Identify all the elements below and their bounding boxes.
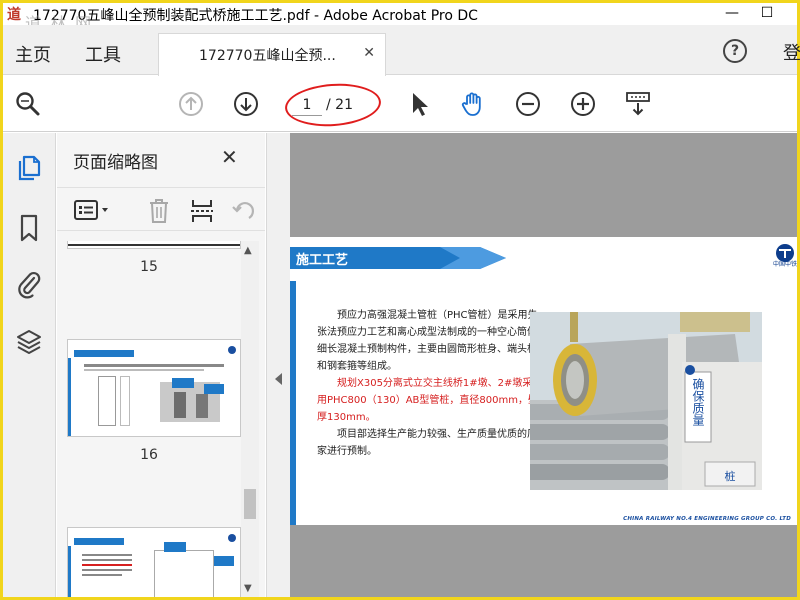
undo-icon[interactable] [231,198,255,224]
thumbnail-number-16: 16 [140,447,158,463]
annotation-ellipse [283,80,383,130]
insert-page-icon[interactable] [189,198,215,224]
next-page-icon[interactable] [232,90,260,118]
previous-page-icon[interactable] [177,90,205,118]
thumbnail-page-17[interactable] [67,527,241,597]
toolbar: 1 / 21 [3,76,797,132]
crec-logo-text: 中国中铁 [773,261,798,268]
company-footer: CHINA RAILWAY NO.4 ENGINEERING GROUP CO.… [623,516,791,522]
scroll-down-icon[interactable]: ▼ [244,583,252,594]
zoom-in-icon[interactable] [569,90,597,118]
panel-collapse-strip[interactable] [266,133,290,597]
paragraph-intro: 预应力高强混凝土管桩（PHC管桩）是采用先张法预应力工艺和离心成型法制成的一种空… [317,310,538,372]
scroll-up-icon[interactable]: ▲ [244,245,252,256]
left-accent-bar [290,281,296,525]
pdf-page: 施工工艺 中国中铁 预应力高强混凝土管桩（PHC管桩）是采用先张法预应力工艺和离… [290,237,797,525]
thumbnails-title: 页面缩略图 [73,153,158,173]
left-rail [3,133,56,597]
layers-icon[interactable] [15,327,43,357]
collapse-arrow-icon[interactable] [275,373,282,385]
photo-sign-1: 确保质量 [691,378,705,426]
bookmark-icon[interactable] [15,213,43,243]
thumbnail-list[interactable]: 15 16 [57,241,241,597]
thumbnail-scrollbar[interactable]: ▲ ▼ [241,241,259,597]
pile-photo: 确保质量 桩 [530,312,762,490]
options-menu-icon[interactable] [73,199,113,221]
scrollbar-thumb[interactable] [244,489,256,519]
delete-page-icon[interactable] [147,198,171,224]
page-thumbnails-icon[interactable] [15,153,43,183]
thumbnails-panel: 页面缩略图 ✕ 15 16 ▲ ▼ [57,133,265,597]
maximize-button[interactable]: ☐ [757,4,777,22]
page-body-text: 预应力高强混凝土管桩（PHC管桩）是采用先张法预应力工艺和离心成型法制成的一种空… [317,307,539,460]
document-view[interactable]: 施工工艺 中国中铁 预应力高强混凝土管桩（PHC管桩）是采用先张法预应力工艺和离… [290,133,797,597]
document-tab-label: 172770五峰山全预... [199,48,336,64]
zoom-out-icon[interactable] [514,90,542,118]
close-tab-icon[interactable]: ✕ [363,45,375,61]
attachment-icon[interactable] [15,269,43,299]
photo-sign-2: 桩 [725,469,736,483]
window-title: 172770五峰山全预制装配式桥施工工艺.pdf - Adobe Acrobat… [33,8,478,24]
close-panel-icon[interactable]: ✕ [221,145,238,169]
thumbnail-page-15[interactable] [67,241,241,249]
hand-tool-icon[interactable] [459,90,487,118]
thumbnail-page-16[interactable] [67,339,241,437]
title-bar: 道 172770五峰山全预制装配式桥施工工艺.pdf - Adobe Acrob… [3,3,797,33]
menu-bar: 主页 工具 172770五峰山全预... ✕ ? 登 [3,25,800,76]
sign-in-button[interactable]: 登 [783,39,800,65]
minimize-button[interactable]: — [722,4,742,22]
page-display-icon[interactable] [624,90,652,118]
menu-tools[interactable]: 工具 [85,41,121,67]
paragraph-spec: 规划X305分离式立交主线桥1#墩、2#墩采用PHC800（130）AB型管桩，… [317,378,538,423]
thumbnail-number-15: 15 [140,259,158,275]
section-title: 施工工艺 [296,253,349,268]
zoom-search-icon[interactable] [14,90,42,118]
menu-home[interactable]: 主页 [15,41,51,67]
document-tab[interactable]: 172770五峰山全预... ✕ [158,33,386,76]
select-pointer-icon[interactable] [405,90,433,118]
app-logo-icon: 道 [7,7,21,23]
thumbnail-toolbar [57,187,265,231]
paragraph-factory: 项目部选择生产能力较强、生产质量优质的厂家进行预制。 [317,429,537,457]
help-icon[interactable]: ? [723,39,747,63]
